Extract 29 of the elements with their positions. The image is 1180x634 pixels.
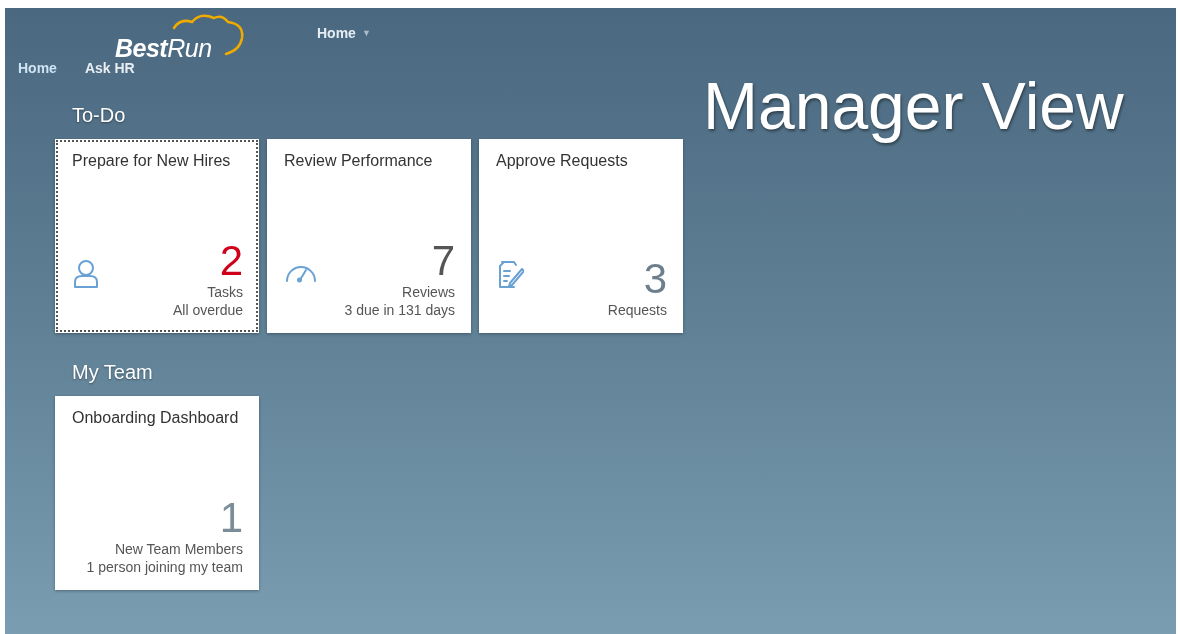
tile-unit: New Team Members (114, 540, 243, 558)
tile-unit: Tasks (207, 283, 243, 301)
tile[interactable]: Prepare for New Hires 2 Tasks All overdue (55, 139, 259, 333)
tile-title: Prepare for New Hires (72, 151, 232, 171)
nav-link[interactable]: Ask HR (84, 60, 135, 76)
tile-number: 3 (643, 257, 667, 301)
tile-number: 7 (431, 239, 455, 283)
nav-link[interactable]: Home (18, 60, 57, 76)
tile-unit: Reviews (402, 283, 455, 301)
person-icon (72, 259, 100, 289)
logo-text: BestRun (115, 34, 212, 63)
tile-title: Review Performance (284, 151, 434, 171)
tile-number: 1 (219, 496, 243, 540)
tile[interactable]: Onboarding Dashboard 1 New Team Members 1 person joining my team (55, 396, 259, 590)
tile-title: Onboarding Dashboard (72, 408, 240, 428)
tile-info: All overdue (172, 301, 243, 319)
tile-number: 2 (219, 239, 243, 283)
cloud-icon (170, 14, 246, 56)
tile-info: 3 due in 131 days (344, 301, 455, 319)
tile[interactable]: Approve Requests 3 Requests (479, 139, 683, 333)
home-menu[interactable]: Home ▼ (317, 25, 371, 41)
page-title: Manager View (703, 68, 1125, 144)
tile[interactable]: Review Performance 7 Reviews 3 due in 131 days (267, 139, 471, 333)
tile-title: Approve Requests (496, 151, 629, 171)
group-title: To-Do (72, 104, 127, 127)
group-title: My Team (72, 361, 154, 384)
tile-info: 1 person joining my team (86, 558, 243, 576)
tile-unit: Requests (607, 301, 667, 319)
document-edit-icon (496, 259, 524, 289)
